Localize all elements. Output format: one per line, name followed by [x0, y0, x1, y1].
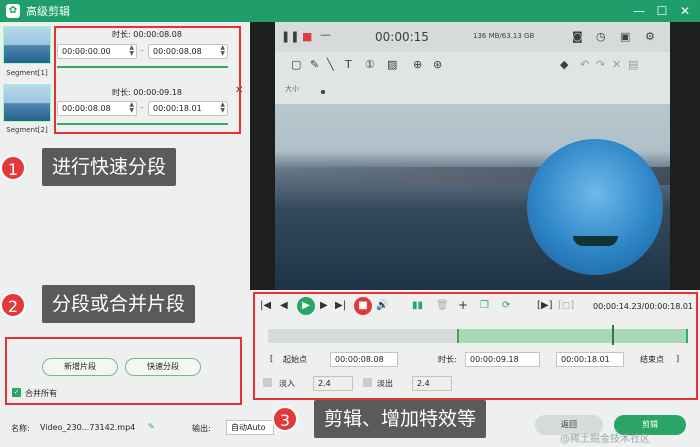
volume-icon[interactable]: 🔊	[376, 300, 388, 311]
quick-split-button[interactable]: 快速分段	[125, 358, 201, 376]
step-back-icon[interactable]: ◀	[280, 300, 288, 311]
output-label: 输出:	[192, 424, 211, 433]
new-segment-button[interactable]: 新增片段	[42, 358, 118, 376]
name-label: 名称:	[11, 424, 30, 433]
fade-in-value: 2.4	[318, 379, 331, 388]
duration-input[interactable]: 00:00:09.18	[465, 352, 540, 367]
fade-out-checkbox[interactable]	[363, 378, 372, 387]
callout-1-badge: 1	[0, 155, 26, 181]
refresh-icon[interactable]: ⟳	[502, 300, 510, 311]
fade-out-value: 2.4	[417, 379, 430, 388]
mark-out-icon[interactable]: [◻]	[558, 300, 574, 311]
segment-1-thumbnail[interactable]	[3, 26, 51, 64]
segment-1-label: Segment[1]	[6, 69, 48, 77]
merge-all-checkbox[interactable]: ✓	[12, 388, 21, 397]
add-icon[interactable]: +	[458, 298, 468, 312]
maximize-button[interactable]: ☐	[651, 0, 673, 22]
rectangle-icon[interactable]: ▢	[291, 58, 301, 71]
split-icon[interactable]: ▮▮	[412, 300, 423, 311]
briefcase-icon[interactable]: ▣	[620, 30, 630, 43]
playhead[interactable]	[612, 325, 614, 345]
copy-icon[interactable]: ❐	[480, 300, 489, 311]
play-icon[interactable]: ▶	[297, 297, 315, 315]
recorder-time: 00:00:15	[375, 30, 429, 44]
start-point-label[interactable]: 起始点	[283, 354, 307, 365]
fade-out-input[interactable]: 2.4	[412, 376, 452, 391]
edit-name-icon[interactable]: ✎	[148, 422, 155, 431]
merge-all-label: 合并所有	[25, 389, 57, 398]
segment-2-thumbnail[interactable]	[3, 84, 51, 122]
camera-icon[interactable]: ◙	[572, 30, 583, 43]
title-bar: ✿ 高级剪辑 — ☐ ✕	[0, 0, 700, 22]
close-button[interactable]: ✕	[674, 0, 696, 22]
size-label: 大小	[285, 85, 299, 93]
start-point-input[interactable]: 00:00:08.08	[330, 352, 398, 367]
spotlight-effect[interactable]	[527, 139, 663, 275]
trash-icon[interactable]: 🗑	[436, 300, 449, 311]
stop-icon[interactable]: ■	[302, 30, 312, 43]
pause-icon[interactable]: ❚❚	[281, 30, 299, 43]
stop-record-icon[interactable]: ■	[354, 297, 372, 315]
app-logo-icon: ✿	[6, 4, 20, 18]
filename-text: Video_230...73142.mp4	[40, 423, 136, 432]
boat-shape	[573, 236, 618, 246]
output-value: 自动Auto	[231, 423, 266, 432]
output-select[interactable]: 自动Auto	[226, 420, 274, 435]
start-point-value: 00:00:08.08	[335, 355, 384, 364]
dash-icon[interactable]: —	[320, 28, 331, 41]
save-icon[interactable]: ▤	[628, 58, 638, 71]
image-icon[interactable]: ▨	[387, 58, 397, 71]
fade-out-label: 淡出	[377, 379, 393, 388]
timeline-selection[interactable]	[457, 329, 688, 343]
gear-icon[interactable]: ⚙	[645, 30, 655, 43]
end-point-value: 00:00:18.01	[561, 355, 610, 364]
advanced-edit-window: ✿ 高级剪辑 — ☐ ✕ Segment[1] Segment[2] 时长: 0…	[0, 0, 700, 447]
window-title: 高级剪辑	[26, 5, 70, 18]
duration-value: 00:00:09.18	[470, 355, 519, 364]
pen-icon[interactable]: ✎	[310, 58, 319, 71]
drawing-toolbar: ▢ ✎ ╲ T ① ▨ ⊕ ⊛ ◆ ↶ ↷ ✕ ▤ 大小	[275, 52, 670, 104]
recorder-size: 136 MB/63.13 GB	[473, 32, 535, 40]
recorder-toolbar: ❚❚ ■ — 00:00:15 136 MB/63.13 GB ◙ ◷ ▣ ⚙	[275, 22, 670, 52]
text-icon[interactable]: T	[345, 58, 352, 71]
callout-3-badge: 3	[272, 406, 298, 432]
bracket-open: [	[270, 354, 274, 363]
line-icon[interactable]: ╲	[327, 58, 334, 71]
step-forward-icon[interactable]: ▶	[320, 300, 328, 311]
number-icon[interactable]: ①	[365, 58, 375, 71]
undo-icon[interactable]: ↶	[580, 58, 589, 71]
duration-label: 时长:	[438, 355, 457, 364]
clock-icon[interactable]: ◷	[596, 30, 606, 43]
callout-2-badge: 2	[0, 292, 26, 318]
bracket-close: ]	[676, 354, 680, 363]
eraser-icon[interactable]: ◆	[560, 58, 568, 71]
target-icon[interactable]: ⊛	[433, 58, 442, 71]
watermark: @稀土掘金技术社区	[560, 434, 650, 445]
zoom-icon[interactable]: ⊕	[413, 58, 422, 71]
delete-icon[interactable]: ✕	[612, 58, 621, 71]
end-point-input[interactable]: 00:00:18.01	[556, 352, 624, 367]
segment-2-label: Segment[2]	[6, 126, 48, 134]
callout-3: 剪辑、增加特效等	[314, 400, 487, 438]
redo-icon[interactable]: ↷	[596, 58, 605, 71]
skip-start-icon[interactable]: |◀	[260, 300, 271, 311]
size-slider-handle[interactable]	[321, 90, 325, 94]
fade-in-label: 淡入	[279, 379, 295, 388]
callout-2: 分段或合并片段	[42, 285, 196, 323]
fade-in-checkbox[interactable]	[263, 378, 272, 387]
mark-in-icon[interactable]: [▶]	[537, 300, 553, 311]
segments-highlight-box	[54, 26, 241, 134]
skip-end-icon[interactable]: ▶|	[335, 300, 346, 311]
fade-in-input[interactable]: 2.4	[313, 376, 353, 391]
end-point-label[interactable]: 结束点	[640, 354, 664, 365]
minimize-button[interactable]: —	[628, 0, 650, 22]
timeline-time-display: 00:00:14.23/00:00:18.01	[593, 302, 693, 311]
callout-1: 进行快速分段	[42, 148, 177, 186]
